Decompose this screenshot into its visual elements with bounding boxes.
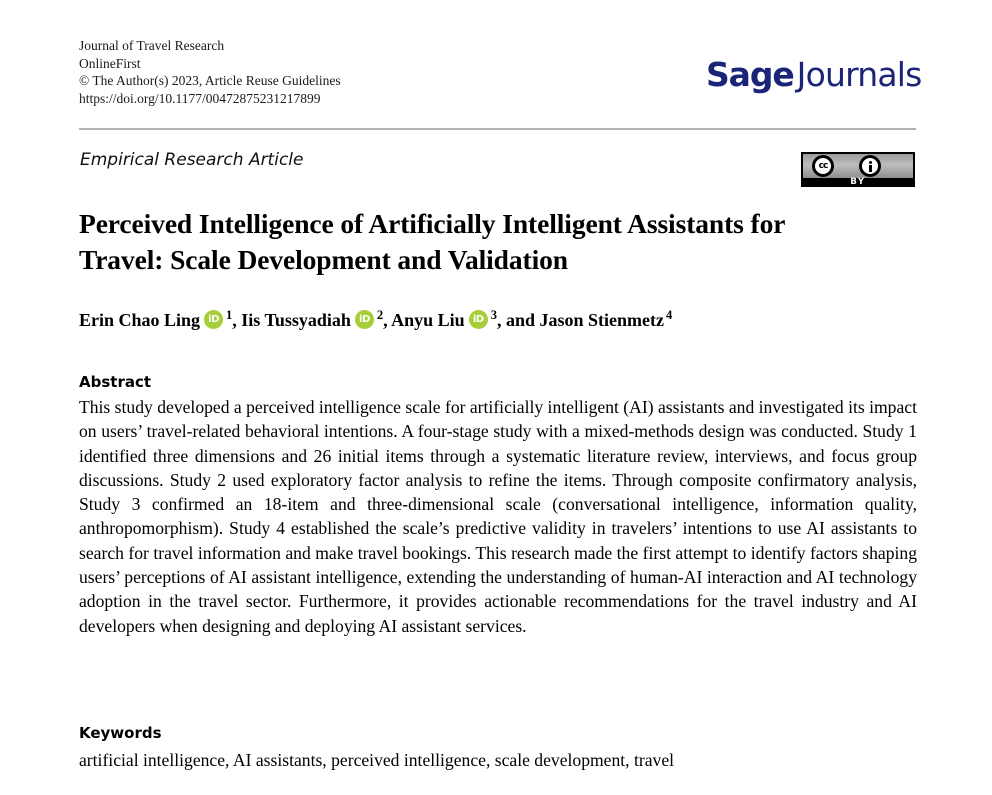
header-divider: [79, 128, 916, 130]
abstract-text: This study developed a perceived intelli…: [79, 397, 917, 636]
article-page: Journal of Travel Research OnlineFirst ©…: [0, 0, 992, 795]
keywords-heading: Keywords: [79, 724, 162, 742]
cc-badge-gradient-panel: cc: [803, 154, 913, 178]
author-separator: ,: [383, 310, 392, 330]
orcid-icon[interactable]: iD: [468, 310, 488, 329]
attribution-icon-glyph: [862, 158, 878, 174]
author-separator: , and: [496, 310, 540, 330]
orcid-icon-label: iD: [359, 313, 370, 325]
orcid-icon[interactable]: iD: [204, 310, 224, 329]
publication-stage: OnlineFirst: [79, 55, 141, 71]
author-name: Iis Tussyadiah: [241, 310, 351, 330]
creative-commons-icon: cc: [812, 155, 834, 177]
orcid-icon-label: iD: [472, 313, 484, 325]
sage-journals-logo[interactable]: SageJournals: [706, 58, 922, 91]
orcid-icon-label: iD: [208, 313, 219, 325]
abstract-heading: Abstract: [79, 373, 152, 391]
author-name: Erin Chao Ling: [79, 310, 201, 330]
keywords-text: artificial intelligence, AI assistants, …: [79, 750, 675, 770]
author-separator: ,: [232, 310, 242, 330]
affiliation-marker: 4: [665, 308, 673, 322]
author-list: Erin Chao Ling iD 1, Iis Tussyadiah iD 2, An…: [79, 303, 909, 332]
journal-metadata-header: Journal of Travel Research OnlineFirst ©…: [79, 37, 639, 107]
creative-commons-by-badge[interactable]: cc BY: [801, 152, 915, 187]
logo-brand-primary: Sage: [706, 55, 795, 94]
author-name: Anyu Liu: [391, 310, 465, 330]
author-name: Jason Stienmetz: [539, 310, 664, 330]
copyright-line: © The Author(s) 2023, Article Reuse Guid…: [79, 73, 341, 88]
orcid-icon[interactable]: iD: [354, 310, 374, 329]
journal-name: Journal of Travel Research: [79, 38, 225, 53]
cc-icon-label: cc: [815, 158, 831, 174]
cc-by-text: BY: [850, 177, 866, 187]
doi-link[interactable]: https://doi.org/10.1177/0047287523121789…: [79, 90, 639, 108]
logo-brand-secondary: Journals: [796, 55, 923, 94]
page-title: Perceived Intelligence of Artificially I…: [79, 208, 785, 276]
attribution-person-icon: [859, 155, 881, 177]
article-type-label: Empirical Research Article: [80, 150, 304, 170]
